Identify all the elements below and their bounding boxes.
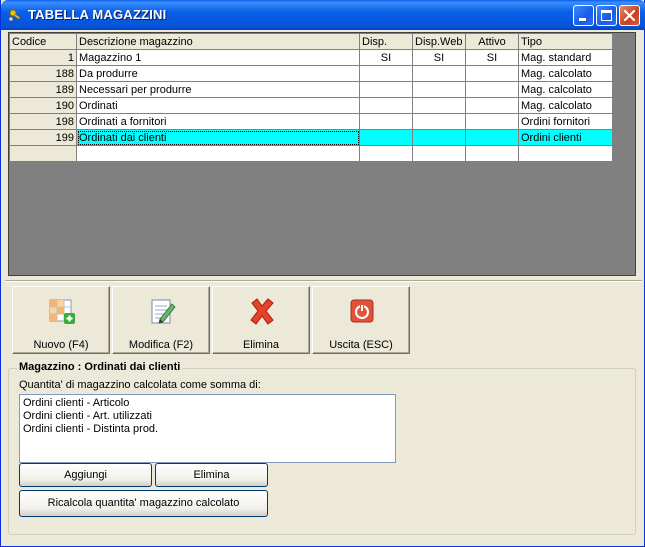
cell-disp[interactable] <box>359 113 413 130</box>
cell-disp[interactable]: SI <box>359 49 413 66</box>
list-item[interactable]: Ordini clienti - Art. utilizzati <box>23 410 392 423</box>
cell-disp[interactable] <box>359 65 413 82</box>
cell-codice[interactable] <box>9 145 77 162</box>
cell-attivo[interactable] <box>465 65 519 82</box>
list-item[interactable]: Ordini clienti - Articolo <box>23 397 392 410</box>
cell-dispweb[interactable] <box>412 81 466 98</box>
exit-button-label: Uscita (ESC) <box>329 339 393 351</box>
minimize-icon <box>579 18 586 21</box>
minimize-button[interactable] <box>573 5 594 26</box>
table-row[interactable]: 189 Necessari per produrre Mag. calcolat… <box>9 81 613 98</box>
window-title: TABELLA MAGAZZINI <box>28 7 167 22</box>
cell-dispweb[interactable] <box>412 145 466 162</box>
cell-dispweb[interactable]: SI <box>412 49 466 66</box>
cell-tipo[interactable]: Mag. standard <box>518 49 613 66</box>
cell-descrizione[interactable]: Ordinati dai clienti <box>76 129 360 146</box>
exit-button[interactable]: Uscita (ESC) <box>312 286 410 354</box>
table-row-empty[interactable] <box>9 145 613 162</box>
col-header-tipo[interactable]: Tipo <box>518 33 613 50</box>
cell-attivo[interactable] <box>465 81 519 98</box>
warehouse-grid[interactable]: Codice Descrizione magazzino Disp. Disp.… <box>8 32 636 276</box>
table-row-selected[interactable]: 199 Ordinati dai clienti Ordini clienti <box>9 129 613 146</box>
divider <box>5 280 642 282</box>
app-icon <box>8 9 21 22</box>
cell-attivo[interactable] <box>465 145 519 162</box>
new-button-label: Nuovo (F4) <box>33 339 89 351</box>
detail-group-title: Magazzino : Ordinati dai clienti <box>17 361 183 373</box>
table-row[interactable]: 188 Da produrre Mag. calcolato <box>9 65 613 82</box>
cell-disp[interactable] <box>359 97 413 114</box>
new-button[interactable]: Nuovo (F4) <box>12 286 110 354</box>
cell-codice[interactable]: 199 <box>9 129 77 146</box>
table-row[interactable]: 1 Magazzino 1 SI SI SI Mag. standard <box>9 49 613 66</box>
main-window: TABELLA MAGAZZINI Codice Descrizione mag… <box>0 0 645 547</box>
recalc-button[interactable]: Ricalcola quantita' magazzino calcolato <box>19 490 268 517</box>
table-row[interactable]: 198 Ordinati a fornitori Ordini fornitor… <box>9 113 613 130</box>
cell-dispweb[interactable] <box>412 65 466 82</box>
cell-codice[interactable]: 1 <box>9 49 77 66</box>
cell-disp[interactable] <box>359 145 413 162</box>
cell-attivo[interactable] <box>465 129 519 146</box>
grid-add-icon <box>49 299 75 324</box>
col-header-descrizione[interactable]: Descrizione magazzino <box>76 33 360 50</box>
cell-tipo[interactable]: Ordini clienti <box>518 129 613 146</box>
cell-codice[interactable]: 190 <box>9 97 77 114</box>
warehouse-table[interactable]: Codice Descrizione magazzino Disp. Disp.… <box>9 33 613 162</box>
edit-button[interactable]: Modifica (F2) <box>112 286 210 354</box>
cell-tipo[interactable]: Mag. calcolato <box>518 81 613 98</box>
component-list[interactable]: Ordini clienti - Articolo Ordini clienti… <box>19 394 396 463</box>
cell-tipo[interactable]: Ordini fornitori <box>518 113 613 130</box>
sum-label: Quantita' di magazzino calcolata come so… <box>19 379 261 391</box>
cell-dispweb[interactable] <box>412 129 466 146</box>
col-header-attivo[interactable]: Attivo <box>465 33 519 50</box>
table-header-row: Codice Descrizione magazzino Disp. Disp.… <box>9 33 613 50</box>
delete-button[interactable]: Elimina <box>212 286 310 354</box>
cell-tipo[interactable]: Mag. calcolato <box>518 65 613 82</box>
cell-codice[interactable]: 189 <box>9 81 77 98</box>
col-header-dispweb[interactable]: Disp.Web <box>412 33 466 50</box>
cell-codice[interactable]: 198 <box>9 113 77 130</box>
list-item[interactable]: Ordini clienti - Distinta prod. <box>23 423 392 436</box>
cell-descrizione[interactable]: Necessari per produrre <box>76 81 360 98</box>
cell-tipo[interactable]: Mag. calcolato <box>518 97 613 114</box>
cell-attivo[interactable] <box>465 113 519 130</box>
maximize-icon <box>601 10 612 21</box>
close-icon <box>623 9 636 22</box>
cell-descrizione[interactable]: Magazzino 1 <box>76 49 360 66</box>
delete-button-label: Elimina <box>242 339 280 351</box>
cell-disp[interactable] <box>359 81 413 98</box>
add-button[interactable]: Aggiungi <box>19 463 152 487</box>
cell-attivo[interactable]: SI <box>465 49 519 66</box>
edit-document-icon <box>151 299 176 324</box>
cell-tipo[interactable] <box>518 145 613 162</box>
power-icon <box>350 299 374 323</box>
cell-descrizione[interactable] <box>76 145 360 162</box>
col-header-codice[interactable]: Codice <box>9 33 77 50</box>
cell-attivo[interactable] <box>465 97 519 114</box>
title-bar[interactable]: TABELLA MAGAZZINI <box>1 0 645 30</box>
cell-disp[interactable] <box>359 129 413 146</box>
maximize-button[interactable] <box>596 5 617 26</box>
cell-dispweb[interactable] <box>412 113 466 130</box>
col-header-disp[interactable]: Disp. <box>359 33 413 50</box>
cell-descrizione[interactable]: Ordinati a fornitori <box>76 113 360 130</box>
close-button[interactable] <box>619 5 640 26</box>
cell-descrizione[interactable]: Da produrre <box>76 65 360 82</box>
red-x-icon <box>250 298 274 325</box>
table-row[interactable]: 190 Ordinati Mag. calcolato <box>9 97 613 114</box>
cell-codice[interactable]: 188 <box>9 65 77 82</box>
cell-dispweb[interactable] <box>412 97 466 114</box>
edit-button-label: Modifica (F2) <box>128 339 194 351</box>
cell-descrizione[interactable]: Ordinati <box>76 97 360 114</box>
remove-button[interactable]: Elimina <box>155 463 268 487</box>
